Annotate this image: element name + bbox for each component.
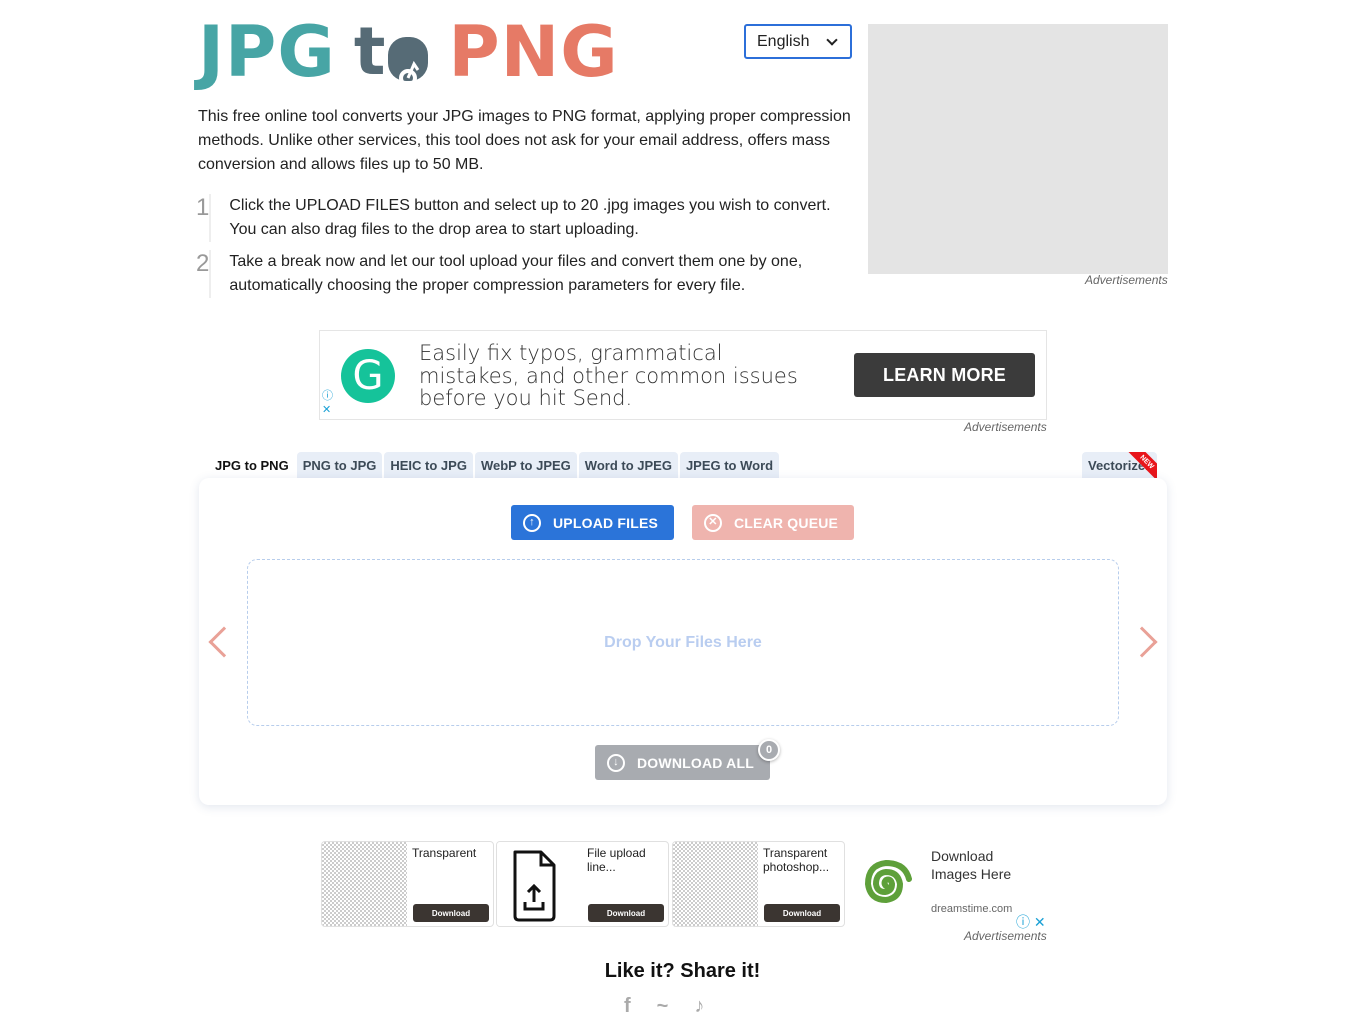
close-icon[interactable]: ✕: [322, 403, 333, 417]
grammarly-logo-icon: G: [341, 349, 395, 403]
logo-to: t: [354, 19, 429, 87]
intro-text: This free online tool converts your JPG …: [198, 108, 851, 173]
ad-card[interactable]: Transparent photoshop... Download: [672, 841, 845, 927]
tab-png-to-jpg[interactable]: PNG to JPG: [296, 452, 383, 478]
dreamstime-title[interactable]: Download Images Here: [931, 847, 1031, 883]
step-item: 1 Click the UPLOAD FILES button and sele…: [196, 194, 861, 242]
language-select[interactable]: English: [744, 24, 852, 59]
ad-choices[interactable]: ⓘ ✕: [322, 389, 333, 417]
step-text: Take a break now and let our tool upload…: [229, 253, 803, 294]
download-all-label: DOWNLOAD ALL: [637, 754, 754, 771]
side-ad-placeholder[interactable]: [868, 24, 1168, 274]
step-number: 2: [196, 250, 212, 298]
clear-queue-button[interactable]: ✕ CLEAR QUEUE: [692, 505, 854, 540]
language-value: English: [757, 32, 810, 50]
download-count-badge: 0: [758, 739, 780, 761]
download-button[interactable]: Download: [764, 904, 840, 922]
transparent-thumbnail: [673, 842, 758, 926]
tab-vectorizer[interactable]: Vectorizer! NEW: [1082, 452, 1157, 478]
converter-tabs: JPG to PNG PNG to JPG HEIC to JPG WebP t…: [209, 452, 780, 478]
tab-word-to-jpeg[interactable]: Word to JPEG: [578, 452, 678, 478]
file-upload-icon: [497, 842, 582, 926]
site-logo[interactable]: JPG t PNG: [198, 16, 619, 88]
step-number: 1: [196, 194, 212, 242]
download-icon: ↓: [607, 753, 625, 772]
ad-card[interactable]: File upload line... Download: [496, 841, 669, 927]
step-item: 2 Take a break now and let our tool uplo…: [196, 250, 861, 298]
upload-files-label: UPLOAD FILES: [553, 514, 659, 531]
share-heading: Like it? Share it!: [604, 960, 761, 982]
ad-label: Advertisements: [1085, 273, 1168, 287]
drop-zone-text: Drop Your Files Here: [604, 633, 762, 651]
banner-ad[interactable]: G Easily fix typos, grammatical mistakes…: [319, 330, 1047, 420]
logo-arrow-icon: [388, 37, 429, 87]
clear-icon: ✕: [704, 513, 722, 532]
logo-jpg: JPG: [198, 11, 336, 93]
upload-icon: ↑: [523, 513, 541, 532]
banner-ad-text: Easily fix typos, grammatical mistakes, …: [419, 341, 798, 410]
transparent-thumbnail: [322, 842, 407, 926]
ad-card[interactable]: Transparent Download: [321, 841, 494, 927]
steps-list: 1 Click the UPLOAD FILES button and sele…: [196, 194, 861, 306]
ad-card-title: Transparent photoshop...: [763, 846, 830, 874]
converter-panel: ↑ UPLOAD FILES ✕ CLEAR QUEUE Drop Your F…: [199, 478, 1167, 805]
upload-files-button[interactable]: ↑ UPLOAD FILES: [511, 505, 674, 540]
download-button[interactable]: Download: [588, 904, 664, 922]
step-text: Click the UPLOAD FILES button and select…: [229, 197, 831, 238]
clear-queue-label: CLEAR QUEUE: [734, 514, 839, 531]
download-all-button[interactable]: ↓ DOWNLOAD ALL: [595, 745, 770, 780]
learn-more-button[interactable]: LEARN MORE: [854, 353, 1035, 397]
download-button[interactable]: Download: [413, 904, 489, 922]
ad-label: Advertisements: [964, 420, 1047, 434]
ad-label: Advertisements: [964, 929, 1047, 943]
tab-webp-to-jpeg[interactable]: WebP to JPEG: [474, 452, 577, 478]
ad-card-title: Transparent: [412, 846, 477, 860]
tab-jpg-to-png[interactable]: JPG to PNG: [209, 452, 295, 478]
tab-heic-to-jpg[interactable]: HEIC to JPG: [384, 452, 473, 478]
file-drop-zone[interactable]: Drop Your Files Here: [247, 559, 1119, 726]
dreamstime-url[interactable]: dreamstime.com: [931, 903, 1012, 915]
ad-card-title: File upload line...: [587, 846, 646, 874]
logo-png: PNG: [448, 11, 619, 93]
chevron-down-icon: [826, 34, 838, 46]
dreamstime-spiral-icon[interactable]: [855, 853, 917, 915]
tab-jpeg-to-word[interactable]: JPEG to Word: [679, 452, 780, 478]
info-icon[interactable]: ⓘ: [322, 389, 333, 403]
